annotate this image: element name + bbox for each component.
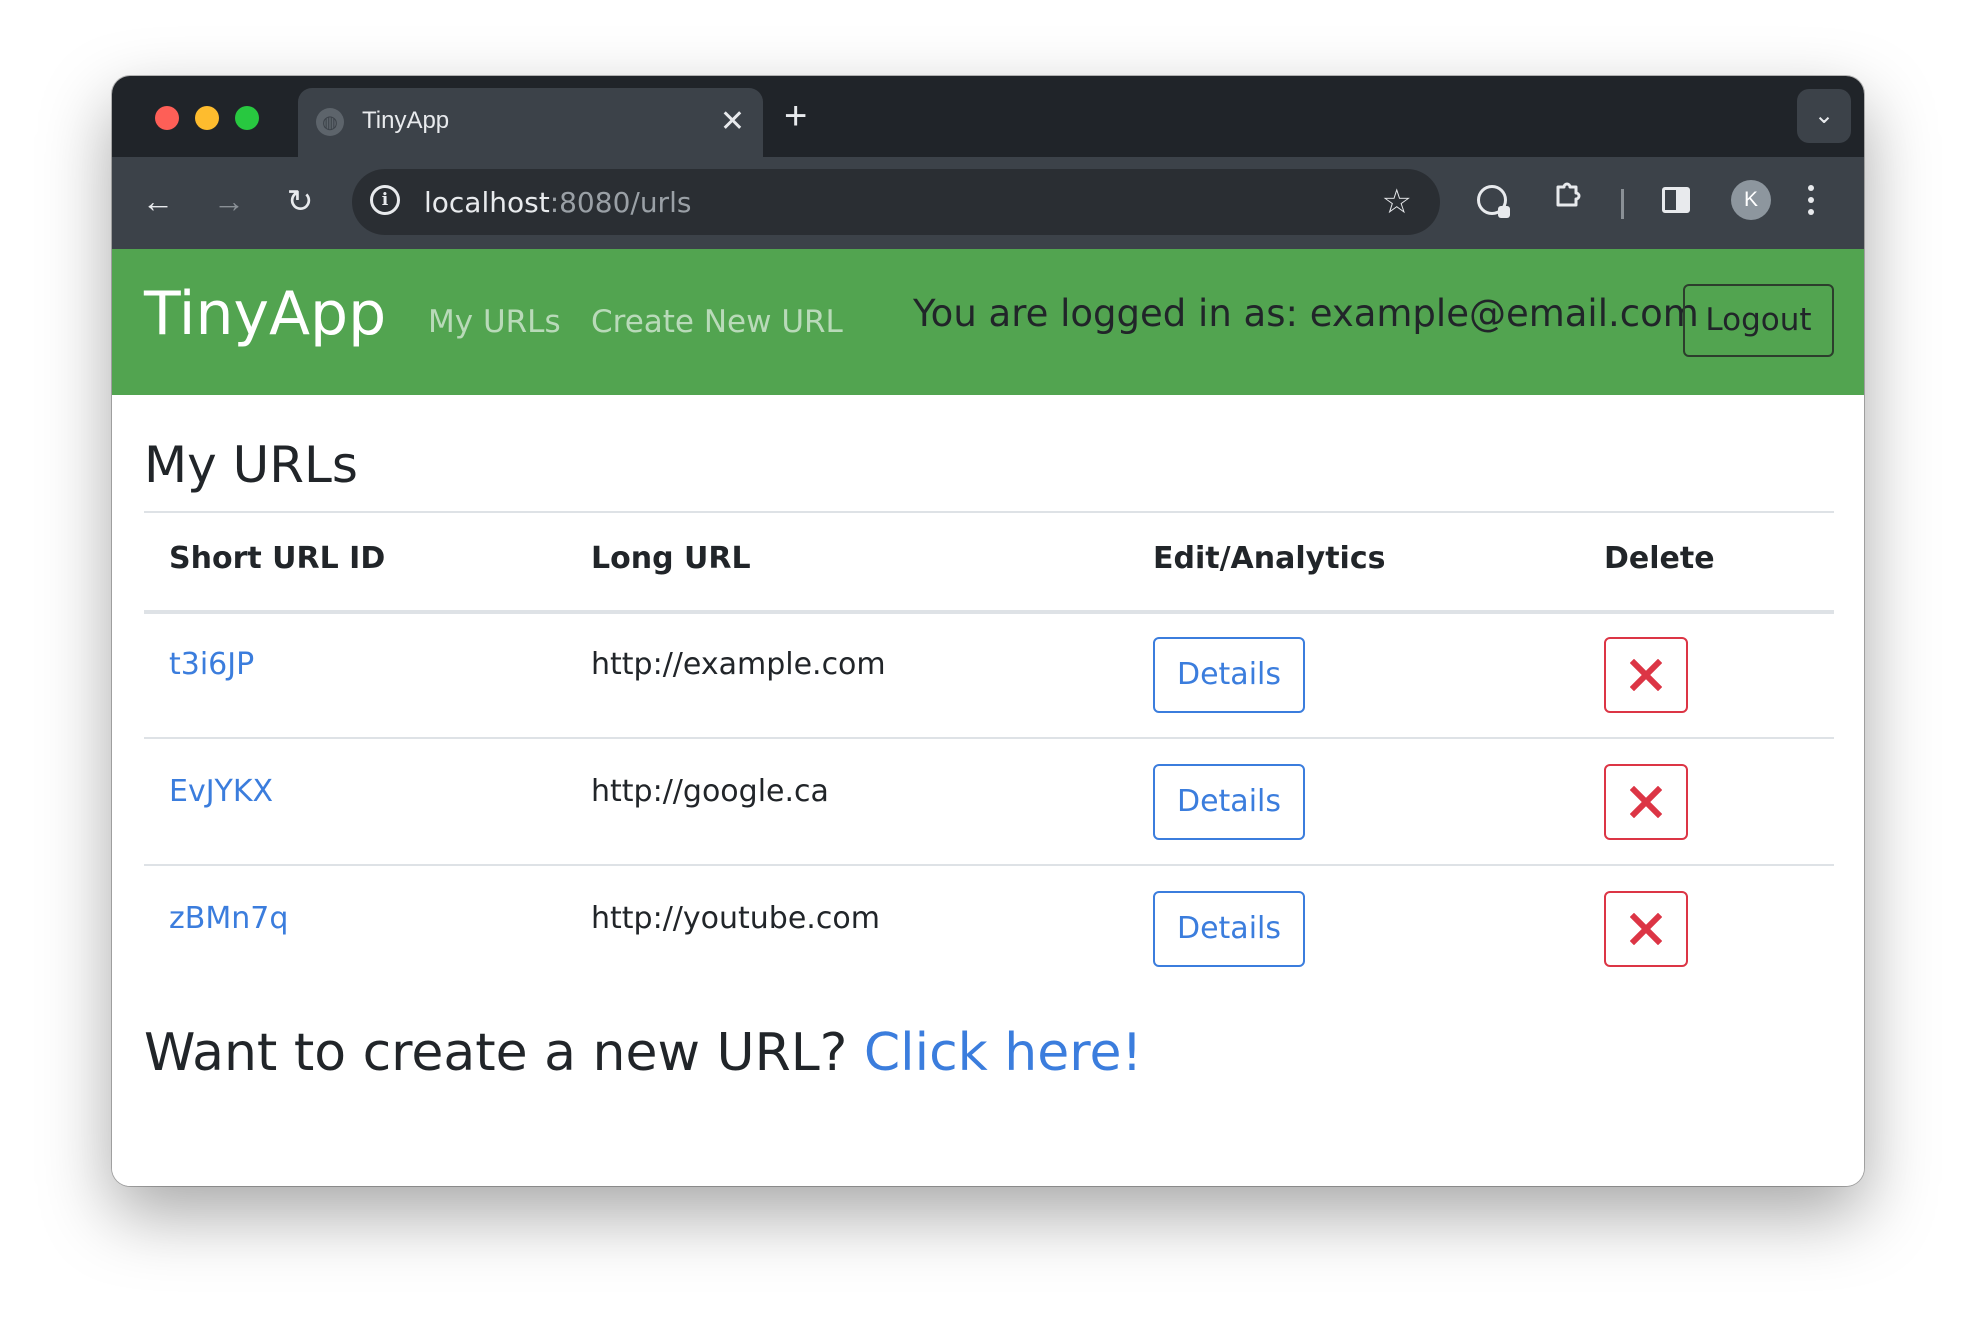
info-icon[interactable]: i <box>370 185 400 215</box>
long-url-text: http://google.ca <box>591 774 829 809</box>
close-window-button[interactable] <box>155 106 179 130</box>
x-icon <box>1630 913 1662 945</box>
url-text[interactable]: localhost:8080/urls <box>424 186 691 219</box>
maximize-window-button[interactable] <box>235 106 259 130</box>
web-page: TinyApp My URLs Create New URL You are l… <box>112 249 1864 1186</box>
row-divider <box>144 864 1834 866</box>
browser-window: ◍ TinyApp ✕ + ⌄ ← → ↻ i localhost:8080/u… <box>112 76 1864 1186</box>
details-button[interactable]: Details <box>1153 637 1305 713</box>
short-url-link[interactable]: t3i6JP <box>169 647 254 682</box>
short-url-link[interactable]: zBMn7q <box>169 901 288 936</box>
nav-link-create-new-url[interactable]: Create New URL <box>591 304 843 340</box>
create-url-prompt-text: Want to create a new URL? <box>144 1023 848 1083</box>
x-icon <box>1630 659 1662 691</box>
page-title: My URLs <box>144 436 358 494</box>
short-url-link[interactable]: EvJYKX <box>169 774 273 809</box>
address-bar[interactable]: i localhost:8080/urls ☆ <box>352 169 1440 235</box>
reload-icon: ↻ <box>286 183 314 219</box>
browser-tab[interactable]: ◍ TinyApp ✕ <box>298 88 763 157</box>
screenshot-stage: ◍ TinyApp ✕ + ⌄ ← → ↻ i localhost:8080/u… <box>0 0 1970 1330</box>
tab-search-button[interactable]: ⌄ <box>1797 89 1851 143</box>
row-divider <box>144 737 1834 739</box>
tab-title: TinyApp <box>362 107 450 134</box>
long-url-text: http://example.com <box>591 647 886 682</box>
url-path: :8080/urls <box>549 186 692 219</box>
brand-link[interactable]: TinyApp <box>144 279 386 349</box>
column-header-delete: Delete <box>1604 541 1715 576</box>
logged-in-text: You are logged in as: example@email.com <box>913 292 1699 335</box>
password-manager-icon[interactable] <box>1477 185 1510 218</box>
column-header-short-url: Short URL ID <box>169 541 386 576</box>
puzzle-icon-glyph <box>1556 182 1581 207</box>
avatar[interactable]: K <box>1731 180 1771 220</box>
logout-button[interactable]: Logout <box>1683 284 1834 357</box>
details-button[interactable]: Details <box>1153 891 1305 967</box>
details-button[interactable]: Details <box>1153 764 1305 840</box>
delete-button[interactable] <box>1604 637 1688 713</box>
navbar: TinyApp My URLs Create New URL You are l… <box>112 249 1864 395</box>
globe-icon: ◍ <box>316 108 344 136</box>
create-url-prompt: Want to create a new URL? Click here! <box>144 1023 1142 1083</box>
delete-button[interactable] <box>1604 764 1688 840</box>
tab-strip: ◍ TinyApp ✕ + ⌄ <box>112 76 1864 157</box>
arrow-right-icon: → <box>213 183 245 219</box>
nav-link-my-urls[interactable]: My URLs <box>428 304 561 340</box>
create-url-link[interactable]: Click here! <box>864 1023 1142 1083</box>
table-header-divider <box>144 610 1834 614</box>
close-icon[interactable]: ✕ <box>720 102 745 142</box>
back-button[interactable]: ← <box>134 177 182 225</box>
minimize-window-button[interactable] <box>195 106 219 130</box>
star-icon[interactable]: ☆ <box>1382 181 1412 223</box>
side-panel-icon[interactable] <box>1662 187 1690 213</box>
toolbar-divider <box>1621 189 1624 219</box>
puzzle-icon[interactable] <box>1544 177 1592 225</box>
column-header-long-url: Long URL <box>591 541 751 576</box>
column-header-edit-analytics: Edit/Analytics <box>1153 541 1386 576</box>
new-tab-button[interactable]: + <box>784 96 807 136</box>
kebab-menu-icon[interactable] <box>1801 179 1821 227</box>
browser-toolbar: ← → ↻ i localhost:8080/urls ☆ K <box>112 157 1864 249</box>
url-host: localhost <box>424 186 550 219</box>
long-url-text: http://youtube.com <box>591 901 880 936</box>
chevron-down-icon: ⌄ <box>1813 102 1835 129</box>
arrow-left-icon: ← <box>142 183 174 219</box>
delete-button[interactable] <box>1604 891 1688 967</box>
reload-button[interactable]: ↻ <box>276 177 324 225</box>
title-divider <box>144 511 1834 513</box>
x-icon <box>1630 786 1662 818</box>
forward-button[interactable]: → <box>205 177 253 225</box>
